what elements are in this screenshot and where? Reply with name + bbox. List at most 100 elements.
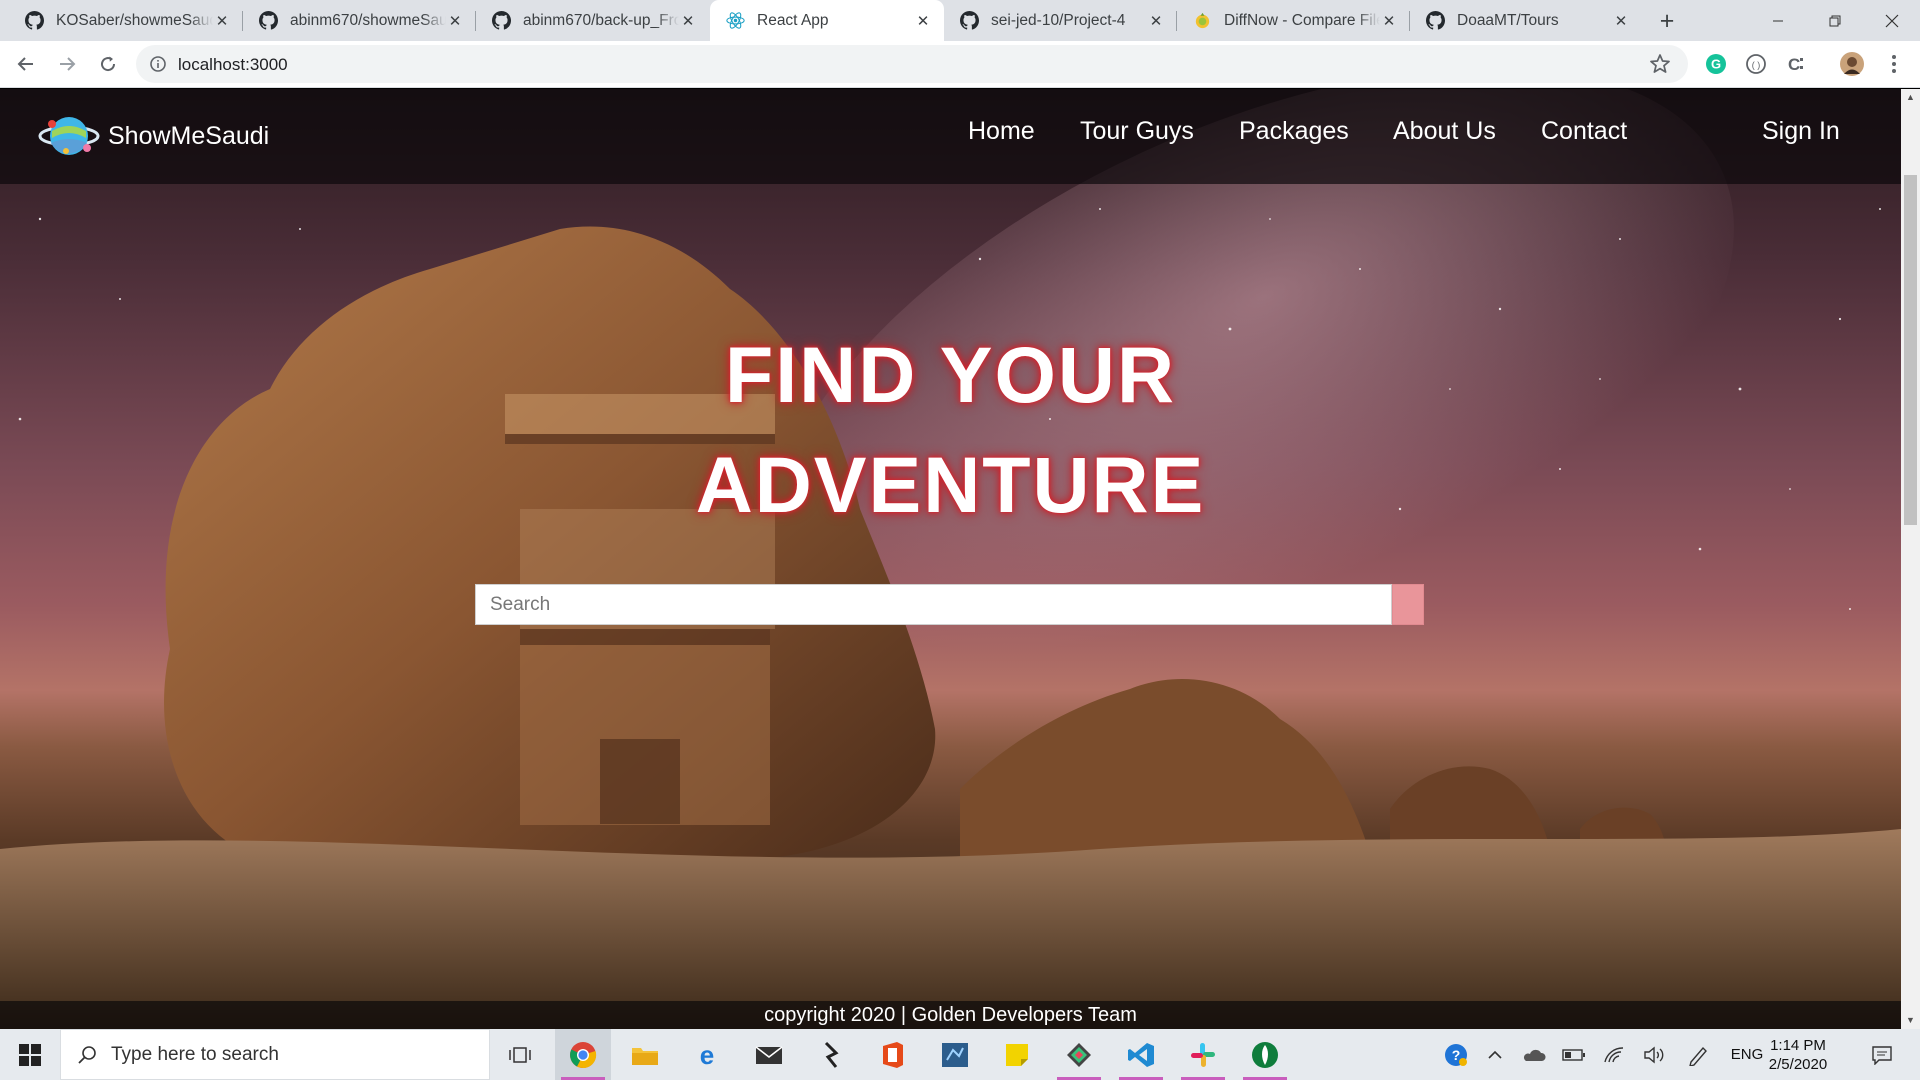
start-button[interactable]	[0, 1029, 60, 1080]
clock-time: 1:14 PM	[1770, 1037, 1826, 1054]
rdp-app-icon[interactable]	[927, 1029, 983, 1080]
scrollbar-thumb[interactable]	[1904, 175, 1917, 525]
search-bar	[475, 584, 1424, 625]
starfield	[18, 208, 1881, 611]
taskbar-search-placeholder: Type here to search	[111, 1043, 279, 1065]
clock-date: 2/5/2020	[1768, 1056, 1828, 1073]
url-text[interactable]: localhost:3000	[178, 55, 288, 75]
back-button[interactable]	[10, 48, 42, 80]
scroll-down-icon[interactable]: ▼	[1905, 1015, 1916, 1026]
web-page: ShowMeSaudi Home Tour Guys Packages Abou…	[0, 89, 1901, 1029]
search-button[interactable]	[1392, 584, 1424, 625]
close-tab-icon[interactable]: ✕	[446, 12, 464, 30]
address-bar[interactable]: localhost:3000	[136, 45, 1688, 83]
chrome-menu-icon[interactable]	[1881, 51, 1907, 77]
page-scrollbar[interactable]: ▲ ▼	[1901, 89, 1920, 1029]
chrome-taskbar-icon[interactable]	[555, 1029, 611, 1080]
nav-about-us[interactable]: About Us	[1393, 117, 1496, 146]
windows-taskbar: Type here to search e ? ENG 1:14 PM 2/5/…	[0, 1029, 1920, 1080]
mail-icon[interactable]	[741, 1029, 797, 1080]
github-icon	[259, 11, 278, 30]
terminal-app-icon[interactable]	[803, 1029, 859, 1080]
nav-contact[interactable]: Contact	[1541, 117, 1627, 146]
github-icon	[960, 11, 979, 30]
scroll-up-icon[interactable]: ▲	[1905, 92, 1916, 103]
file-explorer-icon[interactable]	[617, 1029, 673, 1080]
show-hidden-icons-chevron-icon[interactable]	[1484, 1029, 1506, 1080]
nav-tour-guys[interactable]: Tour Guys	[1080, 117, 1194, 146]
pen-ink-icon[interactable]	[1684, 1029, 1712, 1080]
browser-tab[interactable]: DoaaMT/Tours ✕	[1410, 0, 1642, 41]
minimize-button[interactable]	[1749, 0, 1806, 41]
nav-packages[interactable]: Packages	[1239, 117, 1349, 146]
browser-tab[interactable]: KOSaber/showmeSaudi ✕	[0, 0, 243, 41]
battery-icon[interactable]	[1560, 1029, 1588, 1080]
windows-logo-icon	[19, 1043, 41, 1066]
bookmark-star-icon[interactable]	[1648, 52, 1672, 76]
office-icon[interactable]	[865, 1029, 921, 1080]
search-icon	[78, 1045, 96, 1064]
svg-text:G: G	[1711, 57, 1721, 72]
grammarly-extension-icon[interactable]: G	[1703, 51, 1729, 77]
tab-title: React App	[757, 11, 829, 29]
browser-tab[interactable]: abinm670/showmeSaudi ✕	[243, 0, 476, 41]
showmesaudi-logo-icon	[38, 117, 100, 155]
help-icon[interactable]: ?	[1440, 1029, 1472, 1080]
wifi-icon[interactable]	[1600, 1029, 1628, 1080]
info-icon[interactable]	[149, 55, 167, 73]
site-navbar: ShowMeSaudi Home Tour Guys Packages Abou…	[0, 89, 1901, 184]
tab-title: sei-jed-10/Project-4	[991, 11, 1126, 29]
forward-button[interactable]	[51, 48, 83, 80]
close-tab-icon[interactable]: ✕	[1612, 12, 1630, 30]
browser-toolbar: localhost:3000 G ( ) C	[0, 41, 1920, 88]
search-input[interactable]	[475, 584, 1392, 625]
react-icon	[726, 11, 745, 30]
task-view-icon[interactable]	[492, 1029, 548, 1080]
github-icon	[492, 11, 511, 30]
svg-text:?: ?	[1452, 1047, 1461, 1063]
new-tab-button[interactable]: +	[1652, 7, 1682, 35]
close-tab-icon[interactable]: ✕	[1380, 12, 1398, 30]
mongodb-compass-icon[interactable]	[1237, 1029, 1293, 1080]
browser-tab[interactable]: sei-jed-10/Project-4 ✕	[944, 0, 1177, 41]
close-window-button[interactable]	[1863, 0, 1920, 41]
browser-tab[interactable]: abinm670/back-up_Front ✕	[476, 0, 709, 41]
profile-avatar[interactable]	[1839, 51, 1865, 77]
svg-text:( ): ( )	[1752, 60, 1761, 70]
svg-text:C: C	[1788, 55, 1800, 74]
close-tab-icon[interactable]: ✕	[679, 12, 697, 30]
browser-tab-strip: KOSaber/showmeSaudi ✕ abinm670/showmeSau…	[0, 0, 1920, 41]
edge-icon[interactable]: e	[679, 1029, 735, 1080]
github-icon	[25, 11, 44, 30]
sticky-notes-icon[interactable]	[989, 1029, 1045, 1080]
close-tab-icon[interactable]: ✕	[914, 12, 932, 30]
tab-title: DoaaMT/Tours	[1457, 11, 1559, 29]
nav-sign-in[interactable]: Sign In	[1762, 117, 1840, 146]
taskbar-search[interactable]: Type here to search	[60, 1029, 490, 1080]
github-icon	[1426, 11, 1445, 30]
extension-icon[interactable]: ( )	[1743, 51, 1769, 77]
nav-home[interactable]: Home	[968, 117, 1035, 146]
tab-title: DiffNow - Compare Files	[1224, 11, 1380, 29]
onedrive-icon[interactable]	[1520, 1029, 1548, 1080]
hero-title-line-1: FIND YOUR	[724, 330, 1177, 419]
system-clock[interactable]: 1:14 PM 2/5/2020	[1758, 1036, 1838, 1074]
brand[interactable]: ShowMeSaudi	[38, 111, 269, 161]
vscode-icon[interactable]	[1113, 1029, 1169, 1080]
hero-title-line-2: ADVENTURE	[695, 440, 1206, 529]
volume-icon[interactable]	[1640, 1029, 1668, 1080]
gitkraken-icon[interactable]	[1051, 1029, 1107, 1080]
browser-tab-active[interactable]: React App ✕	[710, 0, 944, 41]
tab-title: abinm670/back-up_Front	[523, 11, 679, 29]
close-tab-icon[interactable]: ✕	[213, 12, 231, 30]
close-tab-icon[interactable]: ✕	[1147, 12, 1165, 30]
tab-title: abinm670/showmeSaudi	[290, 11, 446, 29]
slack-icon[interactable]	[1175, 1029, 1231, 1080]
reload-button[interactable]	[92, 48, 124, 80]
action-center-icon[interactable]	[1865, 1029, 1899, 1080]
brand-name: ShowMeSaudi	[108, 121, 270, 150]
code-extension-icon[interactable]: C	[1783, 51, 1809, 77]
restore-button[interactable]	[1806, 0, 1863, 41]
browser-tab[interactable]: DiffNow - Compare Files ✕	[1177, 0, 1410, 41]
svg-text:e: e	[700, 1042, 714, 1068]
